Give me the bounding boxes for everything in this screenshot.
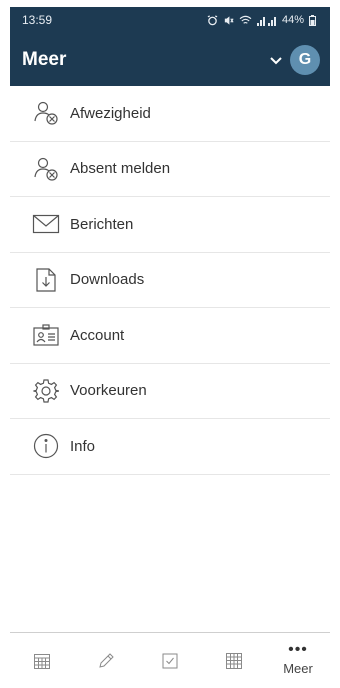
envelope-icon	[32, 210, 60, 238]
menu-item-label: Absent melden	[70, 160, 171, 178]
grid-icon	[226, 652, 242, 669]
menu-item-downloads[interactable]: Downloads	[10, 253, 330, 308]
alarm-icon	[207, 14, 218, 25]
tab-rooster[interactable]	[10, 633, 74, 688]
wifi-icon	[239, 15, 252, 24]
menu-item-label: Info	[70, 437, 96, 455]
user-x-icon	[32, 99, 60, 127]
tab-taken[interactable]	[138, 633, 202, 688]
bottom-tab-bar: ••• Meer	[10, 632, 330, 688]
battery-percent: 44%	[281, 14, 304, 26]
menu-list: Afwezigheid Absent melden Berichten Down…	[10, 86, 330, 475]
menu-item-info[interactable]: Info	[10, 419, 330, 475]
tab-meer[interactable]: ••• Meer	[266, 633, 330, 688]
app-header: Meer G	[10, 33, 330, 86]
status-icons: 44%	[207, 14, 316, 26]
menu-item-berichten[interactable]: Berichten	[10, 197, 330, 253]
tab-meer-label: Meer	[283, 661, 313, 676]
avatar[interactable]: G	[290, 44, 320, 75]
menu-item-account[interactable]: Account	[10, 308, 330, 364]
menu-item-label: Downloads	[70, 271, 145, 289]
menu-item-voorkeuren[interactable]: Voorkeuren	[10, 364, 330, 419]
gear-icon	[32, 377, 60, 405]
signal-icon	[256, 16, 276, 26]
user-x-icon	[32, 155, 60, 183]
page-title: Meer	[22, 48, 67, 70]
menu-item-label: Berichten	[70, 215, 134, 233]
menu-item-label: Afwezigheid	[70, 104, 151, 122]
status-bar: 13:59 44%	[10, 7, 330, 33]
menu-item-label: Account	[70, 326, 125, 344]
mute-icon	[224, 15, 234, 25]
tab-cijfers[interactable]	[202, 633, 266, 688]
id-card-icon	[32, 321, 60, 349]
status-time: 13:59	[22, 13, 53, 27]
battery-icon	[309, 14, 316, 26]
pencil-icon	[99, 652, 114, 668]
more-dots-icon: •••	[288, 641, 308, 658]
info-icon	[32, 432, 60, 460]
menu-item-absent-melden[interactable]: Absent melden	[10, 142, 330, 197]
top-strip	[0, 0, 340, 7]
checkbox-icon	[162, 653, 178, 668]
tab-huiswerk[interactable]	[74, 633, 138, 688]
menu-item-label: Voorkeuren	[70, 382, 147, 400]
download-file-icon	[32, 266, 60, 294]
chevron-down-icon[interactable]	[270, 52, 282, 68]
calendar-icon	[34, 653, 50, 669]
menu-item-afwezigheid[interactable]: Afwezigheid	[10, 86, 330, 142]
avatar-initial: G	[298, 50, 312, 68]
